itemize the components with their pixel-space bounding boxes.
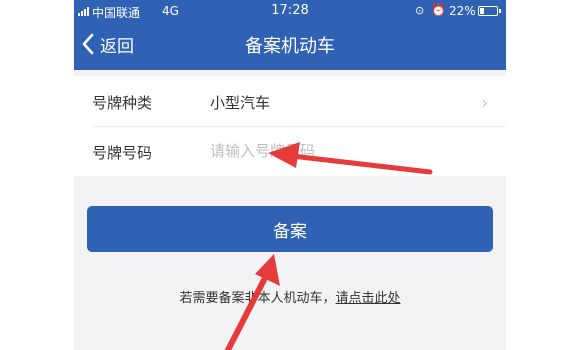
alarm-icon: ⏰ <box>431 3 446 17</box>
click-here-link[interactable]: 请点击此处 <box>336 291 401 306</box>
plate-number-input[interactable] <box>208 140 472 162</box>
note-text: 若需要备案非本人机动车， <box>179 291 336 306</box>
plate-type-label: 号牌种类 <box>92 94 153 112</box>
page-title: 备案机动车 <box>245 36 335 57</box>
footer-note: 若需要备案非本人机动车，请点击此处 <box>74 287 506 306</box>
battery-percent: 22% <box>449 4 476 18</box>
plate-type-value: 小型汽车 <box>210 94 271 112</box>
plate-number-row: 号牌号码 <box>74 126 506 176</box>
chevron-right-icon: › <box>481 93 488 112</box>
phone-screen: 中国联通 4G 17:28 ⊙ ⏰ 22% 返回 备案机动车 号牌种类 小型汽车… <box>74 0 506 350</box>
status-bar: 中国联通 4G 17:28 ⊙ ⏰ 22% <box>74 0 506 24</box>
plate-type-row[interactable]: 号牌种类 小型汽车 › <box>74 76 506 126</box>
plate-number-label: 号牌号码 <box>92 144 153 162</box>
battery-icon <box>478 6 501 16</box>
vehicle-form: 号牌种类 小型汽车 › 号牌号码 <box>74 76 506 176</box>
rotation-lock-icon: ⊙ <box>415 4 425 17</box>
right-margin <box>506 0 582 350</box>
left-margin <box>0 0 74 350</box>
app-header: 中国联通 4G 17:28 ⊙ ⏰ 22% 返回 备案机动车 <box>74 0 506 70</box>
submit-button[interactable]: 备案 <box>87 206 493 252</box>
